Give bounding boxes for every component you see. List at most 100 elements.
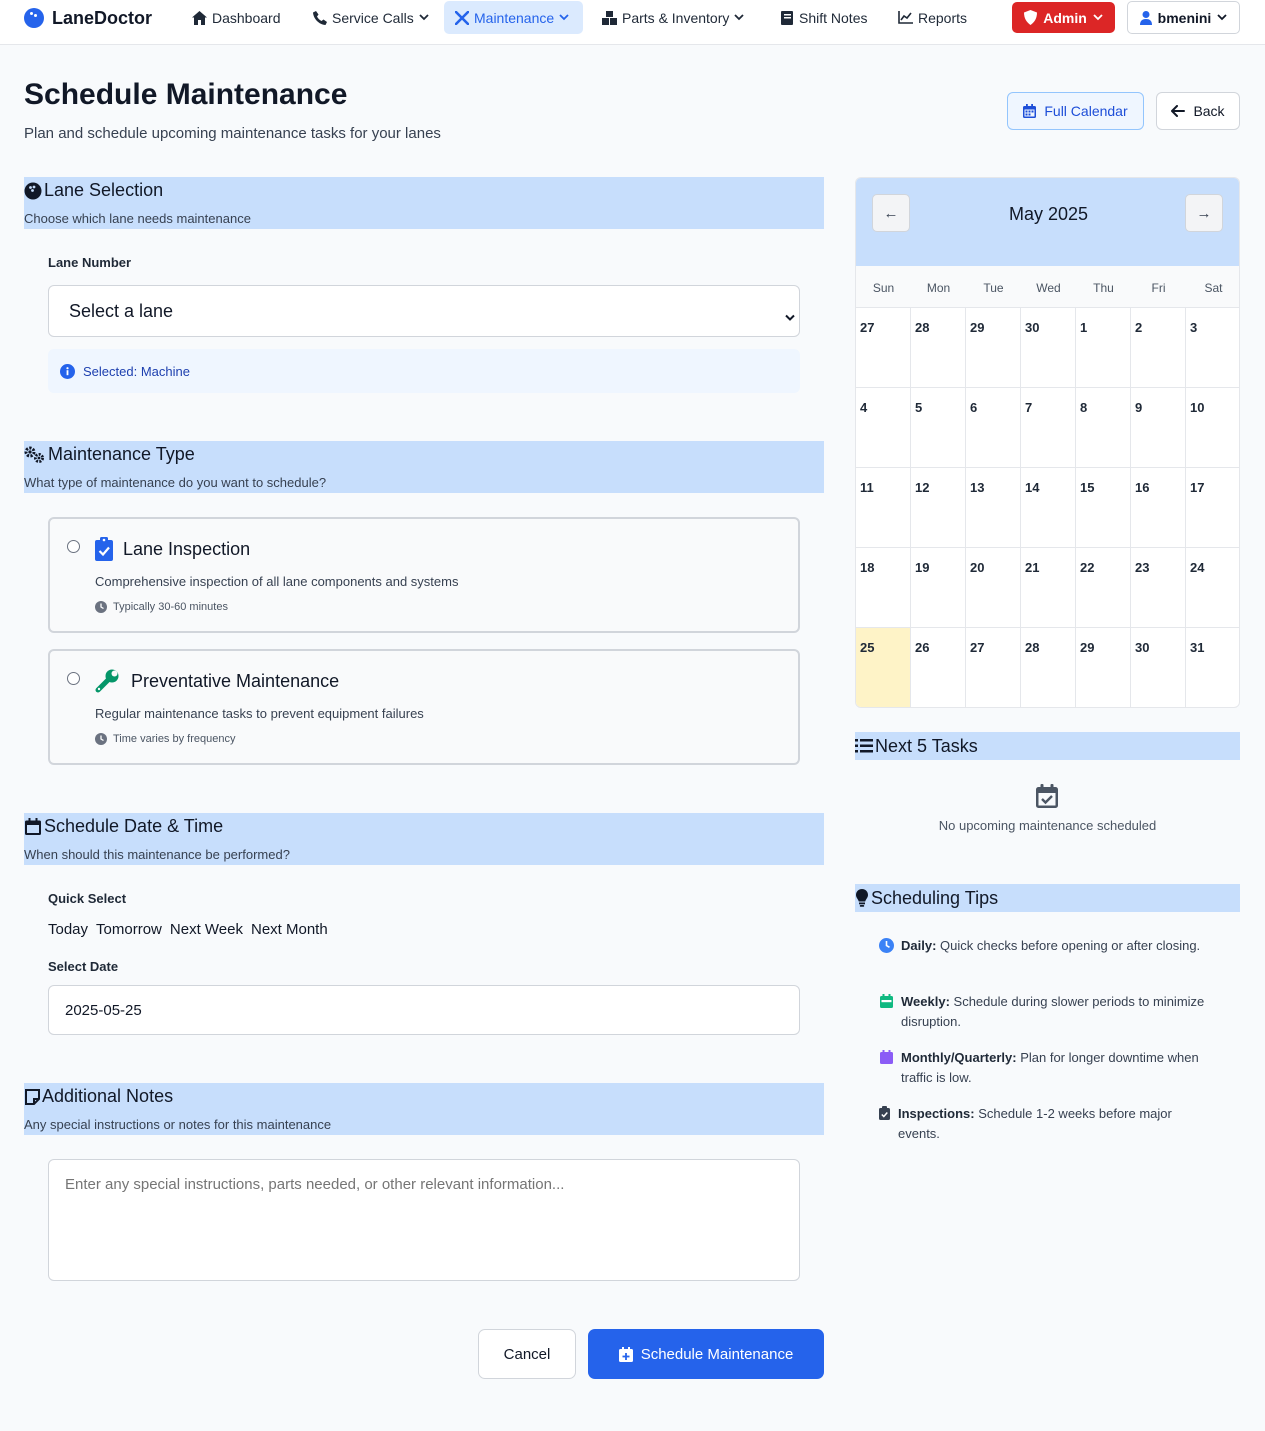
calendar-day[interactable]: 19: [911, 548, 966, 628]
gears-icon: [24, 446, 46, 464]
chart-line-icon: [898, 10, 913, 25]
schedule-maintenance-button[interactable]: Schedule Maintenance: [588, 1329, 824, 1379]
calendar-day[interactable]: 24: [1186, 548, 1239, 628]
option-lane-inspection[interactable]: Lane Inspection Comprehensive inspection…: [48, 517, 800, 633]
calendar-prev-button[interactable]: ←: [872, 194, 910, 232]
weekday-label: Sat: [1204, 281, 1223, 295]
weekday-label: Sun: [872, 281, 895, 295]
section-description: What type of maintenance do you want to …: [24, 475, 327, 490]
calendar-day-selected[interactable]: 25: [856, 628, 911, 707]
weekday-label: Mon: [926, 281, 951, 295]
date-input[interactable]: 2025-05-25: [48, 985, 800, 1035]
cancel-button[interactable]: Cancel: [478, 1329, 576, 1379]
option-title: Preventative Maintenance: [131, 670, 340, 691]
nav-item-shift-notes[interactable]: Shift Notes: [769, 1, 877, 34]
user-menu-button[interactable]: bmenini: [1127, 1, 1240, 34]
calendar-day[interactable]: 14: [1021, 468, 1076, 548]
calendar-day[interactable]: 11: [856, 468, 911, 548]
tip-text: Weekly: Schedule during slower periods t…: [901, 992, 1208, 1032]
calendar-day[interactable]: 16: [1131, 468, 1186, 548]
calendar-next-button[interactable]: →: [1185, 194, 1223, 232]
notes-textarea[interactable]: [48, 1159, 800, 1281]
admin-menu-button[interactable]: Admin: [1012, 2, 1115, 33]
select-date-label: Select Date: [48, 959, 119, 974]
list-icon: [855, 737, 873, 755]
calendar-day[interactable]: 20: [966, 548, 1021, 628]
calendar-grid: 27 28 29 30 1 2 3 4 5 6 7 8 9 10 11 12 13 14 15 16 17 18 19 20 2…: [856, 308, 1239, 707]
option-description: Regular maintenance tasks to prevent equ…: [95, 706, 424, 721]
quick-select-today[interactable]: Today: [48, 921, 88, 938]
wrench-icon: [95, 669, 121, 693]
option-title-row: Lane Inspection: [95, 537, 250, 561]
calendar-day[interactable]: 8: [1076, 388, 1131, 468]
calendar-day[interactable]: 30: [1131, 628, 1186, 707]
calendar-day[interactable]: 7: [1021, 388, 1076, 468]
quick-select-tomorrow[interactable]: Tomorrow: [96, 921, 162, 938]
chevron-down-icon: [1217, 14, 1227, 21]
calendar-day[interactable]: 22: [1076, 548, 1131, 628]
note-icon: [24, 1088, 40, 1106]
calendar-day[interactable]: 29: [1076, 628, 1131, 707]
calendar-day[interactable]: 21: [1021, 548, 1076, 628]
boxes-icon: [602, 10, 617, 25]
full-calendar-label: Full Calendar: [1044, 103, 1128, 119]
quick-select-next-month[interactable]: Next Month: [251, 921, 328, 938]
nav-item-reports[interactable]: Reports: [888, 1, 977, 34]
calendar-day[interactable]: 27: [966, 628, 1021, 707]
calendar-day[interactable]: 30: [1021, 308, 1076, 388]
full-calendar-button[interactable]: Full Calendar: [1007, 92, 1144, 130]
tip-label: Weekly:: [901, 994, 950, 1009]
brand[interactable]: LaneDoctor: [24, 6, 152, 30]
radio-preventative-maintenance[interactable]: [67, 672, 80, 685]
option-title-row: Preventative Maintenance: [95, 669, 339, 693]
calendar-day[interactable]: 15: [1076, 468, 1131, 548]
calendar-day[interactable]: 26: [911, 628, 966, 707]
nav-item-parts-inventory[interactable]: Parts & Inventory: [592, 1, 754, 34]
calendar-day[interactable]: 10: [1186, 388, 1239, 468]
calendar-day[interactable]: 5: [911, 388, 966, 468]
nav-item-maintenance[interactable]: Maintenance: [444, 1, 583, 34]
calendar-day[interactable]: 13: [966, 468, 1021, 548]
section-title-row: Schedule Date & Time: [24, 816, 223, 837]
quick-select-next-week[interactable]: Next Week: [170, 921, 243, 938]
clock-icon: [95, 601, 107, 613]
calendar-day[interactable]: 3: [1186, 308, 1239, 388]
calendar-icon: [1023, 104, 1037, 118]
option-description: Comprehensive inspection of all lane com…: [95, 574, 459, 589]
clipboard-icon: [878, 1106, 891, 1122]
calendar-day[interactable]: 31: [1186, 628, 1239, 707]
calendar-day[interactable]: 28: [911, 308, 966, 388]
calendar-day[interactable]: 4: [856, 388, 911, 468]
nav-label: Service Calls: [332, 9, 414, 26]
weekday-label: Tue: [983, 281, 1004, 295]
quick-select-options: Today Tomorrow Next Week Next Month: [48, 921, 328, 938]
calendar-day[interactable]: 17: [1186, 468, 1239, 548]
option-preventative-maintenance[interactable]: Preventative Maintenance Regular mainten…: [48, 649, 800, 765]
nav-item-service-calls[interactable]: Service Calls: [302, 1, 439, 34]
calendar-day[interactable]: 27: [856, 308, 911, 388]
calendar-day[interactable]: 12: [911, 468, 966, 548]
username: bmenini: [1157, 9, 1212, 26]
back-button[interactable]: Back: [1156, 92, 1240, 130]
calendar-day[interactable]: 29: [966, 308, 1021, 388]
user-icon: [1139, 10, 1152, 25]
calendar-check-icon: [1036, 784, 1058, 808]
calendar-day[interactable]: 1: [1076, 308, 1131, 388]
weekday-label: Thu: [1093, 281, 1114, 295]
calendar-day[interactable]: 9: [1131, 388, 1186, 468]
lane-number-select[interactable]: Select a lane: [48, 285, 800, 337]
chevron-down-icon: [1093, 14, 1103, 21]
tip-body: Quick checks before opening or after clo…: [940, 938, 1201, 953]
page-subtitle: Plan and schedule upcoming maintenance t…: [24, 125, 441, 142]
calendar-day[interactable]: 2: [1131, 308, 1186, 388]
nav-item-dashboard[interactable]: Dashboard: [182, 1, 291, 34]
option-meta: Typically 30-60 minutes: [95, 601, 228, 613]
lightbulb-icon: [855, 889, 869, 907]
calendar-day[interactable]: 23: [1131, 548, 1186, 628]
nav-label: Parts & Inventory: [622, 9, 730, 26]
radio-lane-inspection[interactable]: [67, 540, 80, 553]
calendar-day[interactable]: 28: [1021, 628, 1076, 707]
tip-label: Inspections:: [898, 1106, 975, 1121]
calendar-day[interactable]: 6: [966, 388, 1021, 468]
calendar-day[interactable]: 18: [856, 548, 911, 628]
